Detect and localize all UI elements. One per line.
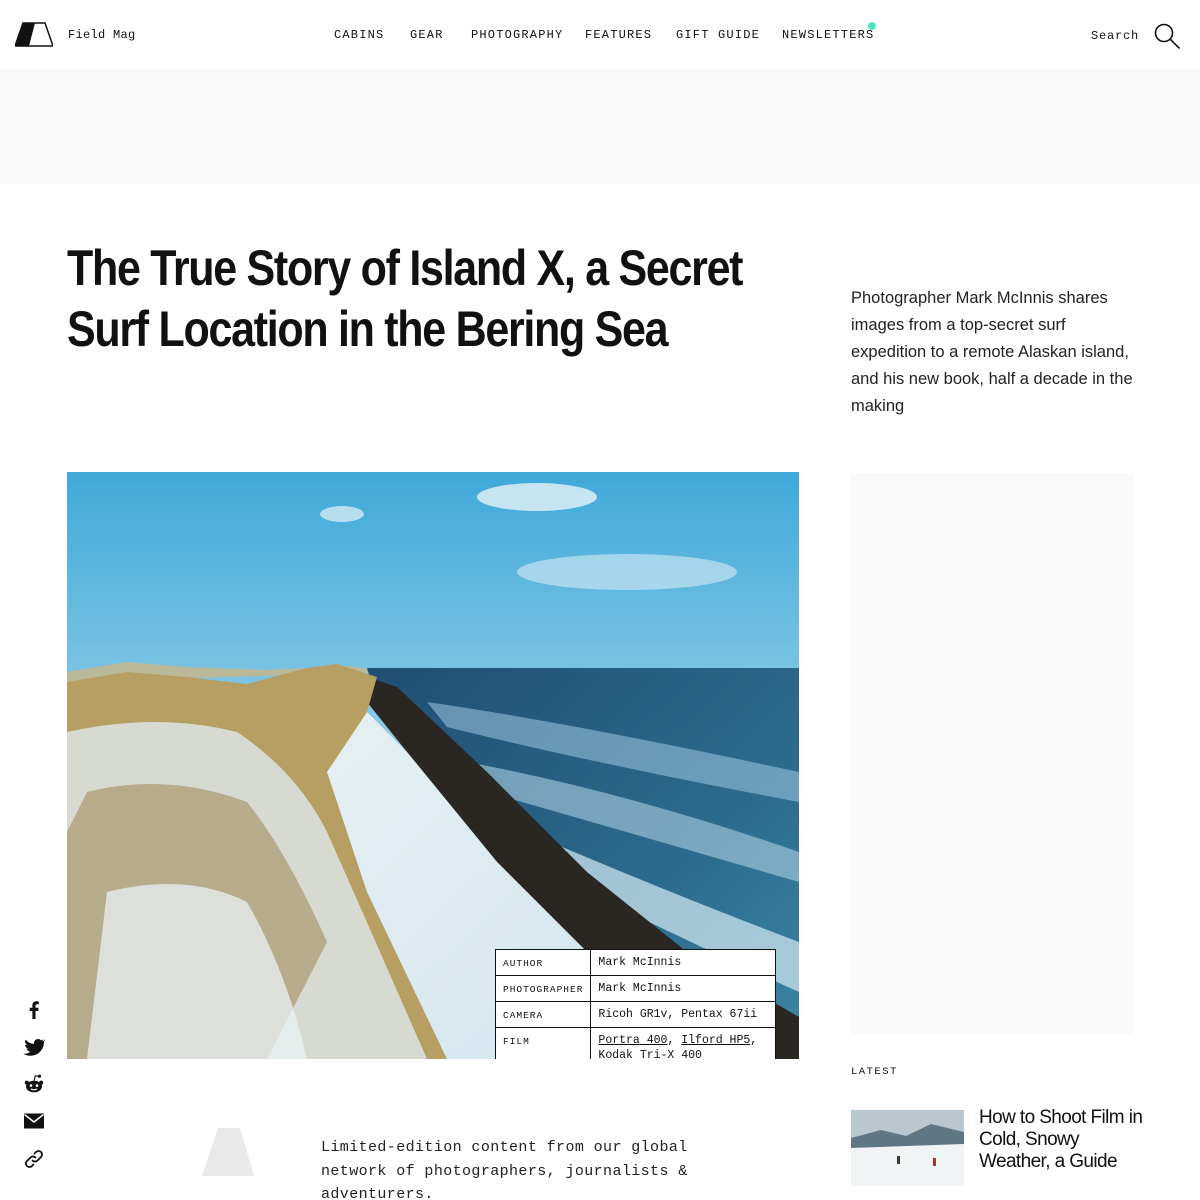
promo-faded-logo: [202, 1128, 254, 1176]
credits-value-author: Mark McInnis: [590, 949, 776, 976]
nav-features[interactable]: FEATURES: [585, 28, 652, 42]
film-link-portra[interactable]: Portra 400: [598, 1034, 667, 1047]
credits-row-camera: CAMERA Ricoh GR1v, Pentax 67ii: [494, 1001, 776, 1028]
latest-article-title[interactable]: How to Shoot Film in Cold, Snowy Weather…: [979, 1107, 1149, 1173]
article-dek: Photographer Mark McInnis shares images …: [851, 289, 1133, 415]
credits-label-camera: CAMERA: [494, 1001, 592, 1028]
site-header: Field Mag CABINS GEAR PHOTOGRAPHY FEATUR…: [0, 0, 1200, 69]
credits-label-author: AUTHOR: [494, 949, 592, 976]
nav-cabins[interactable]: CABINS: [334, 28, 384, 42]
film-separator: ,: [667, 1034, 682, 1047]
ad-banner-placeholder: [0, 69, 1200, 184]
nav-photography[interactable]: PHOTOGRAPHY: [471, 28, 563, 42]
search-label[interactable]: Search: [1091, 29, 1139, 43]
credits-value-film: Portra 400, Ilford HP5, Kodak Tri-X 400: [590, 1027, 776, 1059]
nav-newsletters[interactable]: NEWSLETTERS: [782, 28, 874, 42]
main-nav: CABINS GEAR PHOTOGRAPHY FEATURES GIFT GU…: [0, 28, 1200, 42]
search-icon[interactable]: [1153, 22, 1181, 50]
credits-row-photographer: PHOTOGRAPHER Mark McInnis: [494, 975, 776, 1002]
facebook-icon[interactable]: [22, 997, 46, 1021]
film-link-kodak[interactable]: Kodak Tri-X 400: [598, 1049, 702, 1059]
credits-row-film: FILM Portra 400, Ilford HP5, Kodak Tri-X…: [494, 1027, 776, 1059]
newsletters-indicator-dot: [868, 22, 876, 30]
promo-text: Limited-edition content from our global …: [321, 1139, 688, 1200]
latest-label: LATEST: [851, 1066, 898, 1078]
credits-value-photographer: Mark McInnis: [590, 975, 776, 1002]
link-icon[interactable]: [22, 1147, 46, 1171]
twitter-icon[interactable]: [22, 1035, 46, 1059]
credits-label-film: FILM: [494, 1027, 592, 1059]
nav-gift-guide[interactable]: GIFT GUIDE: [676, 28, 760, 42]
photo-credits-table: AUTHOR Mark McInnis PHOTOGRAPHER Mark Mc…: [494, 949, 776, 1059]
hero-photo: AUTHOR Mark McInnis PHOTOGRAPHER Mark Mc…: [67, 472, 799, 1059]
credits-value-camera: Ricoh GR1v, Pentax 67ii: [590, 1001, 776, 1028]
latest-article-thumbnail[interactable]: [851, 1110, 964, 1186]
credits-row-author: AUTHOR Mark McInnis: [494, 949, 776, 976]
nav-gear[interactable]: GEAR: [410, 28, 444, 42]
email-icon[interactable]: [22, 1109, 46, 1133]
sidebar-ad-placeholder: [851, 473, 1133, 1034]
credits-label-photographer: PHOTOGRAPHER: [494, 975, 592, 1002]
latest-thumbnail-image: [851, 1110, 964, 1186]
article-title: The True Story of Island X, a Secret Sur…: [67, 240, 744, 357]
reddit-icon[interactable]: [22, 1072, 46, 1096]
film-link-ilford[interactable]: Ilford HP5: [681, 1034, 750, 1047]
film-separator: ,: [750, 1034, 758, 1047]
